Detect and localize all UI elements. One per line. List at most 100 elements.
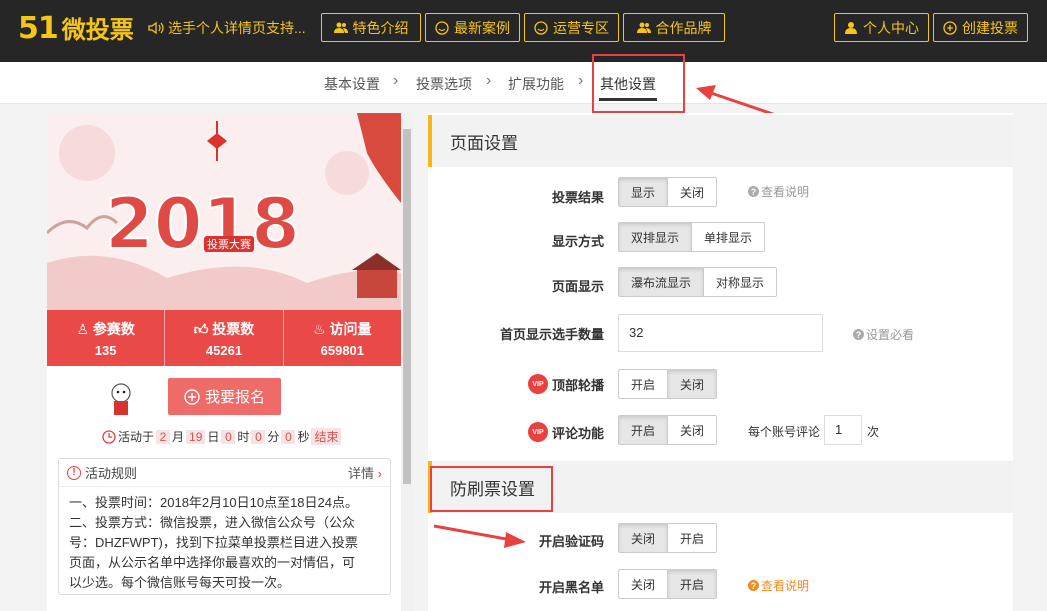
- nav-features-button[interactable]: 特色介绍: [321, 13, 421, 42]
- speaker-icon: [148, 21, 164, 35]
- top-carousel-off-option[interactable]: 关闭: [667, 369, 718, 399]
- countdown-month: 2: [156, 429, 171, 444]
- signup-button[interactable]: 我要报名: [168, 378, 281, 415]
- captcha-toggle: 关闭 开启: [618, 523, 718, 553]
- blacklist-help-link[interactable]: ? 查看说明: [748, 577, 809, 594]
- home-count-input[interactable]: 32: [618, 314, 823, 352]
- banner-badge: 投票大赛: [207, 237, 251, 251]
- blacklist-label: 开启黑名单: [538, 579, 604, 595]
- site-logo[interactable]: 51 微投票: [18, 10, 134, 50]
- fire-icon: ♨: [313, 321, 330, 337]
- rules-title: 活动规则: [85, 466, 138, 481]
- chevron-right-icon: ›: [377, 466, 382, 481]
- page-display-symmetric-option[interactable]: 对称显示: [703, 267, 778, 297]
- logo-text: 微投票: [61, 17, 134, 44]
- annotation-highlight-box: [592, 54, 685, 113]
- preview-scrollbar[interactable]: [401, 113, 413, 611]
- rules-line: 一、投票时间：2018年2月10日10点至18日24点。: [69, 495, 358, 510]
- stat-votes: 👍︎ 投票数 45261: [165, 310, 284, 366]
- countdown-day: 19: [186, 429, 206, 444]
- page-settings-header: 页面设置: [428, 115, 1013, 167]
- nav-operations-label: 运营专区: [553, 19, 609, 36]
- step-basic-settings[interactable]: 基本设置: [324, 74, 380, 94]
- user-center-button[interactable]: 个人中心: [834, 13, 929, 42]
- countdown-unit: 月: [172, 430, 185, 444]
- annotation-highlight-box: [430, 466, 553, 512]
- page-display-toggle: 瀑布流显示 对称显示: [618, 267, 778, 297]
- info-icon: !: [67, 465, 81, 480]
- top-navbar: 51 微投票 选手个人详情页支持... 特色介绍 最新案例 运营专区 合作品牌 …: [0, 0, 1047, 62]
- stat-label: 投票数: [212, 321, 255, 337]
- question-icon: ?: [748, 186, 759, 197]
- plus-circle-icon: [184, 388, 200, 405]
- stat-label: 访问量: [329, 321, 372, 337]
- chevron-right-icon: ›: [578, 72, 584, 89]
- top-carousel-on-option[interactable]: 开启: [618, 369, 669, 399]
- nav-brands-label: 合作品牌: [655, 19, 712, 36]
- banner-artwork: 2018 投票大赛: [47, 113, 401, 310]
- home-count-label: 首页显示选手数量: [499, 326, 604, 342]
- stat-value: 135: [94, 343, 117, 358]
- rules-line: 页面，从公示名单中选择你最喜欢的一对情侣，可: [69, 555, 356, 570]
- countdown-second: 0: [281, 429, 296, 444]
- rules-card: ! 活动规则 详情 › 一、投票时间：2018年2月10日10点至18日24点。…: [58, 458, 391, 595]
- comments-label: VIP 评论功能: [428, 417, 604, 447]
- rules-line: 以少选。每个微信账号每天可投一次。: [69, 575, 291, 590]
- countdown-status: 结束: [311, 428, 342, 445]
- create-vote-button[interactable]: 创建投票: [933, 13, 1028, 42]
- banner-year: 2018: [105, 183, 300, 265]
- comments-unit: 次: [867, 425, 880, 439]
- countdown-unit: 时: [237, 430, 250, 444]
- smile-icon: [534, 20, 548, 35]
- stat-visits: ♨ 访问量 659801: [284, 310, 401, 366]
- comments-off-option[interactable]: 关闭: [667, 415, 718, 445]
- user-icon: ♙: [76, 321, 93, 337]
- home-count-help-link[interactable]: ? 设置必看: [853, 326, 914, 343]
- captcha-on-option[interactable]: 开启: [667, 523, 718, 553]
- event-banner: 2018 投票大赛: [47, 113, 401, 310]
- signup-label: 我要报名: [204, 389, 265, 406]
- display-mode-single-option[interactable]: 单排显示: [691, 222, 766, 252]
- top-carousel-toggle: 开启 关闭: [618, 369, 718, 399]
- vote-result-label: 投票结果: [551, 189, 604, 205]
- question-icon: ?: [748, 580, 759, 591]
- countdown-unit: 日: [207, 430, 220, 444]
- create-vote-label: 创建投票: [962, 19, 1018, 36]
- thumbs-up-icon: 👍︎: [193, 321, 213, 337]
- rules-detail-link[interactable]: 详情 ›: [348, 463, 382, 482]
- stat-value: 45261: [205, 343, 243, 358]
- rules-header: ! 活动规则 详情 ›: [59, 459, 390, 487]
- step-extensions[interactable]: 扩展功能: [508, 74, 564, 94]
- announcement[interactable]: 选手个人详情页支持...: [148, 18, 306, 38]
- chevron-right-icon: ›: [393, 72, 399, 89]
- page-display-waterfall-option[interactable]: 瀑布流显示: [618, 267, 705, 297]
- comments-count-input[interactable]: 1: [824, 415, 862, 445]
- countdown-unit: 秒: [297, 430, 310, 444]
- comments-on-option[interactable]: 开启: [618, 415, 669, 445]
- nav-brands-button[interactable]: 合作品牌: [623, 13, 725, 42]
- blacklist-on-option[interactable]: 开启: [667, 569, 718, 599]
- step-vote-options[interactable]: 投票选项: [416, 74, 472, 94]
- countdown-minute: 0: [251, 429, 266, 444]
- logo-number: 51: [18, 11, 59, 46]
- question-icon: ?: [853, 329, 864, 340]
- plus-circle-icon: [943, 20, 957, 35]
- display-mode-double-option[interactable]: 双排显示: [618, 222, 693, 252]
- step-breadcrumb: 基本设置 › 投票选项 › 扩展功能 › 其他设置: [0, 62, 1047, 104]
- vote-result-show-option[interactable]: 显示: [618, 177, 669, 207]
- page-display-label: 页面显示: [551, 278, 604, 294]
- stats-bar: ♙ 参赛数 135 👍︎ 投票数 45261 ♨ 访问量 659801: [47, 310, 401, 366]
- rules-line: 号：DHZFWPT)，找到下拉菜单投票栏目进入投票: [69, 535, 358, 550]
- blacklist-off-option[interactable]: 关闭: [618, 569, 669, 599]
- captcha-off-option[interactable]: 关闭: [618, 523, 669, 553]
- nav-operations-button[interactable]: 运营专区: [524, 13, 619, 42]
- mascot-image: [105, 381, 137, 421]
- user-center-label: 个人中心: [863, 19, 919, 36]
- user-icon: [845, 21, 857, 34]
- vote-result-help-link[interactable]: ? 查看说明: [748, 183, 809, 200]
- vote-result-hide-option[interactable]: 关闭: [667, 177, 718, 207]
- scrollbar-thumb[interactable]: [403, 129, 411, 484]
- nav-cases-button[interactable]: 最新案例: [425, 13, 520, 42]
- stat-label: 参赛数: [92, 321, 135, 337]
- nav-cases-label: 最新案例: [454, 19, 510, 36]
